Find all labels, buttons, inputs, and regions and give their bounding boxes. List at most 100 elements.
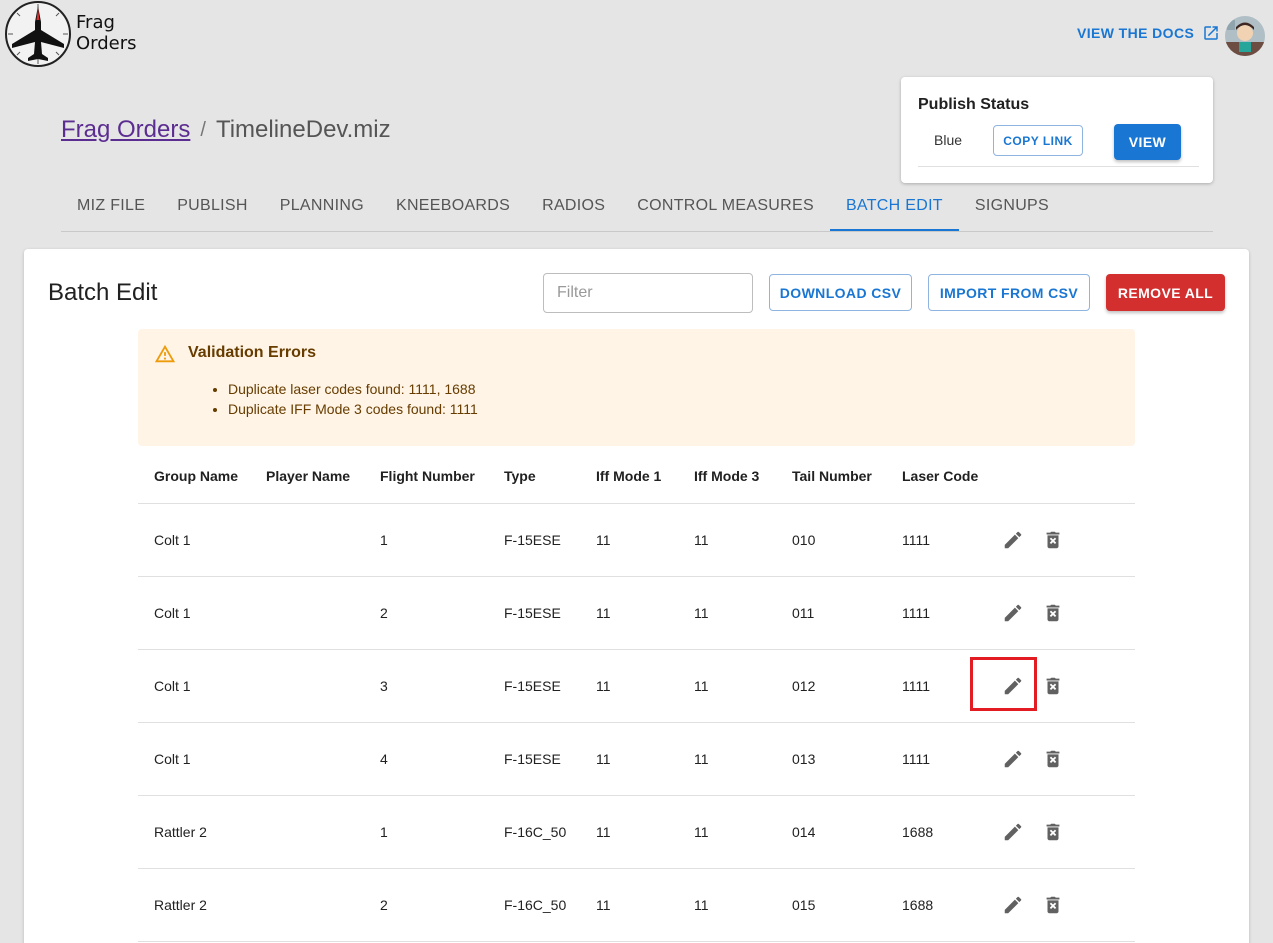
- import-csv-button[interactable]: IMPORT FROM CSV: [928, 274, 1090, 311]
- cell-laser-code: 1111: [886, 576, 982, 650]
- edit-icon[interactable]: [1002, 748, 1024, 770]
- breadcrumb-frag-orders-link[interactable]: Frag Orders: [61, 116, 190, 144]
- cell-iff-mode-1: 11: [580, 795, 678, 869]
- cell-player-name: [250, 795, 364, 869]
- delete-icon[interactable]: [1042, 602, 1064, 624]
- cell-laser-code: 1688: [886, 868, 982, 942]
- tab-signups[interactable]: SIGNUPS: [959, 186, 1065, 231]
- cell-flight-number: 3: [364, 649, 488, 723]
- edit-icon[interactable]: [970, 656, 1037, 711]
- cell-group-name: Colt 1: [138, 576, 250, 650]
- view-button[interactable]: VIEW: [1114, 124, 1181, 160]
- cell-iff-mode-3: 11: [678, 649, 776, 723]
- validation-errors-list: Duplicate laser codes found: 1111, 1688 …: [228, 379, 478, 419]
- cell-actions: [982, 722, 1135, 796]
- tab-publish[interactable]: PUBLISH: [161, 186, 264, 231]
- batch-edit-table-body: Colt 1 1 F-15ESE 11 11 010 1111 Colt 1 2 F-15ESE 1…: [138, 503, 1135, 942]
- cell-player-name: [250, 722, 364, 796]
- publish-team-label: Blue: [934, 132, 963, 148]
- table-row: Rattler 2 2 F-16C_50 11 11 015 1688: [138, 868, 1135, 942]
- column-header-iff-mode-1: Iff Mode 1: [580, 449, 678, 504]
- cell-iff-mode-3: 11: [678, 576, 776, 650]
- column-header-actions: [982, 449, 1135, 504]
- cell-flight-number: 2: [364, 868, 488, 942]
- filter-input[interactable]: [543, 273, 753, 313]
- cell-tail-number: 010: [776, 503, 886, 577]
- column-header-laser-code: Laser Code: [886, 449, 982, 504]
- user-avatar[interactable]: [1225, 16, 1265, 56]
- column-header-player-name: Player Name: [250, 449, 364, 504]
- remove-all-button[interactable]: REMOVE ALL: [1106, 274, 1225, 311]
- edit-highlight-box: [970, 656, 1037, 711]
- table-header-row: Group Name Player Name Flight Number Typ…: [138, 449, 1135, 504]
- cell-iff-mode-3: 11: [678, 503, 776, 577]
- validation-error-item: Duplicate IFF Mode 3 codes found: 1111: [228, 399, 478, 419]
- table-row: Rattler 2 1 F-16C_50 11 11 014 1688: [138, 795, 1135, 869]
- tab-control-measures[interactable]: CONTROL MEASURES: [621, 186, 830, 231]
- cell-tail-number: 012: [776, 649, 886, 723]
- delete-icon[interactable]: [1042, 748, 1064, 770]
- download-csv-button[interactable]: DOWNLOAD CSV: [769, 274, 912, 311]
- cell-flight-number: 1: [364, 503, 488, 577]
- batch-edit-table: Group Name Player Name Flight Number Typ…: [138, 449, 1135, 942]
- row-actions: [982, 529, 1135, 551]
- edit-icon[interactable]: [1002, 821, 1024, 843]
- column-header-type: Type: [488, 449, 580, 504]
- row-actions: [982, 602, 1135, 624]
- breadcrumb: Frag Orders / TimelineDev.miz: [61, 116, 391, 144]
- cell-flight-number: 4: [364, 722, 488, 796]
- table-row: Colt 1 3 F-15ESE 11 11 012 1111: [138, 649, 1135, 723]
- delete-icon[interactable]: [1042, 894, 1064, 916]
- tab-kneeboards[interactable]: KNEEBOARDS: [380, 186, 526, 231]
- tab-radios[interactable]: RADIOS: [526, 186, 621, 231]
- column-header-group-name: Group Name: [138, 449, 250, 504]
- breadcrumb-current-file: TimelineDev.miz: [215, 116, 391, 143]
- cell-actions: [982, 503, 1135, 577]
- cell-tail-number: 014: [776, 795, 886, 869]
- cell-flight-number: 1: [364, 795, 488, 869]
- copy-link-button[interactable]: COPY LINK: [993, 125, 1083, 156]
- cell-iff-mode-1: 11: [580, 868, 678, 942]
- cell-iff-mode-1: 11: [580, 722, 678, 796]
- validation-errors-alert: Validation Errors Duplicate laser codes …: [138, 329, 1135, 446]
- row-actions: [970, 656, 1135, 711]
- tab-batch-edit[interactable]: BATCH EDIT: [829, 186, 959, 231]
- delete-icon[interactable]: [1042, 675, 1064, 697]
- row-actions: [982, 821, 1135, 843]
- cell-group-name: Colt 1: [138, 503, 250, 577]
- tab-planning[interactable]: PLANNING: [264, 186, 380, 231]
- publish-status-title: Publish Status: [918, 96, 1030, 113]
- tab-miz-file[interactable]: MIZ FILE: [61, 186, 161, 231]
- cell-player-name: [250, 503, 364, 577]
- batch-edit-title: Batch Edit: [48, 279, 158, 306]
- cell-iff-mode-1: 11: [580, 576, 678, 650]
- cell-laser-code: 1111: [886, 503, 982, 577]
- edit-icon[interactable]: [1002, 529, 1024, 551]
- cell-laser-code: 1111: [886, 649, 982, 723]
- cell-group-name: Colt 1: [138, 722, 250, 796]
- cell-tail-number: 015: [776, 868, 886, 942]
- cell-group-name: Rattler 2: [138, 868, 250, 942]
- warning-icon: [154, 344, 176, 363]
- edit-icon[interactable]: [1002, 602, 1024, 624]
- cell-iff-mode-3: 11: [678, 795, 776, 869]
- avatar-image: [1225, 16, 1265, 56]
- table-row: Colt 1 1 F-15ESE 11 11 010 1111: [138, 503, 1135, 577]
- column-header-tail-number: Tail Number: [776, 449, 886, 504]
- column-header-flight-number: Flight Number: [364, 449, 488, 504]
- cell-laser-code: 1688: [886, 795, 982, 869]
- edit-icon[interactable]: [1002, 894, 1024, 916]
- view-docs-label: VIEW THE DOCS: [1077, 25, 1195, 41]
- cell-player-name: [250, 649, 364, 723]
- batch-edit-card: Batch Edit DOWNLOAD CSV IMPORT FROM CSV …: [24, 249, 1249, 943]
- delete-icon[interactable]: [1042, 529, 1064, 551]
- view-docs-link[interactable]: VIEW THE DOCS: [1077, 24, 1220, 42]
- cell-type: F-15ESE: [488, 722, 580, 796]
- cell-group-name: Rattler 2: [138, 795, 250, 869]
- logo-wordmark: Frag Orders: [76, 12, 137, 54]
- cell-flight-number: 2: [364, 576, 488, 650]
- cell-actions: [970, 649, 1135, 723]
- delete-icon[interactable]: [1042, 821, 1064, 843]
- cell-iff-mode-1: 11: [580, 503, 678, 577]
- row-actions: [982, 894, 1135, 916]
